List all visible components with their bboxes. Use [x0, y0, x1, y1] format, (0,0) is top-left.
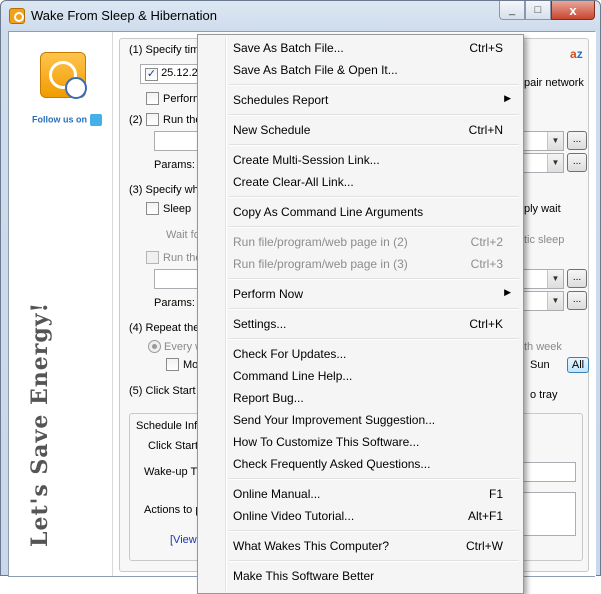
monday-checkbox[interactable]: [166, 358, 179, 371]
submenu-arrow-icon: ▶: [504, 287, 511, 297]
menu-item-check-updates[interactable]: Check For Updates...: [201, 343, 520, 365]
browse-button-3[interactable]: ...: [567, 269, 587, 288]
follow-text: Follow us on: [32, 114, 87, 125]
menu-item-online-manual[interactable]: Online Manual... F1: [201, 483, 520, 505]
perform-checkbox[interactable]: [146, 92, 159, 105]
nth-week-label: th week: [524, 341, 562, 353]
menu-separator: [229, 338, 519, 340]
menu-separator: [229, 530, 519, 532]
params-browse-button-2[interactable]: ...: [567, 153, 587, 172]
apply-wait-label: ply wait: [524, 203, 561, 215]
submenu-arrow-icon: ▶: [504, 93, 511, 103]
menu-item-copy-cmdline[interactable]: Copy As Command Line Arguments: [201, 201, 520, 223]
app-logo-icon: [40, 52, 87, 99]
title-bar[interactable]: Wake From Sleep & Hibernation _ □ x: [1, 1, 600, 31]
step1-label: (1) Specify time: [129, 44, 206, 56]
schedule-info-title: Schedule Info: [136, 420, 204, 432]
context-menu: Save As Batch File... Ctrl+S Save As Batc…: [197, 34, 524, 594]
menu-item-multi-session-link[interactable]: Create Multi-Session Link...: [201, 149, 520, 171]
step2-label: (2): [129, 114, 143, 126]
menu-separator: [229, 144, 519, 146]
menu-separator: [229, 226, 519, 228]
step4-label: (4) Repeat thes: [129, 322, 205, 334]
menu-item-faq[interactable]: Check Frequently Asked Questions...: [201, 453, 520, 475]
menu-separator: [229, 84, 519, 86]
window-title: Wake From Sleep & Hibernation: [31, 8, 217, 23]
sleep-checkbox[interactable]: [146, 202, 159, 215]
run-the-label-3: Run the: [163, 252, 202, 264]
menu-separator: [229, 114, 519, 116]
menu-separator: [229, 478, 519, 480]
automatic-sleep-label: tic sleep: [524, 234, 565, 246]
run-the-label: Run the: [163, 114, 202, 126]
menu-item-what-wakes[interactable]: What Wakes This Computer? Ctrl+W: [201, 535, 520, 557]
menu-item-clear-all-link[interactable]: Create Clear-All Link...: [201, 171, 520, 193]
left-panel: Follow us on Let's Save Energy!: [9, 32, 112, 576]
menu-item-save-batch-open[interactable]: Save As Batch File & Open It...: [201, 59, 520, 81]
menu-item-run-file-2[interactable]: Run file/program/web page in (2) Ctrl+2: [201, 231, 520, 253]
window-controls: _ □ x: [499, 1, 595, 21]
menu-item-video-tutorial[interactable]: Online Video Tutorial... Alt+F1: [201, 505, 520, 527]
menu-item-schedules-report[interactable]: Schedules Report ▶: [201, 89, 520, 111]
close-button[interactable]: x: [551, 1, 595, 20]
menu-item-save-batch[interactable]: Save As Batch File... Ctrl+S: [201, 37, 520, 59]
slogan: Let's Save Energy!: [27, 301, 53, 547]
twitter-icon: [90, 114, 102, 126]
menu-separator: [229, 560, 519, 562]
all-days-button[interactable]: All: [567, 357, 589, 373]
params-label-2: Params:: [154, 159, 195, 171]
menu-item-cmdline-help[interactable]: Command Line Help...: [201, 365, 520, 387]
actions-label: Actions to p: [144, 504, 202, 516]
minimize-to-tray-label: o tray: [530, 389, 558, 401]
maximize-button[interactable]: □: [525, 1, 551, 20]
date-enable-checkbox[interactable]: ✓: [145, 68, 158, 81]
params-browse-button-3[interactable]: ...: [567, 291, 587, 310]
clock-icon: [65, 77, 87, 99]
run-file-checkbox-2[interactable]: [146, 113, 159, 126]
menu-separator: [229, 308, 519, 310]
menu-item-make-better[interactable]: Make This Software Better: [201, 565, 520, 587]
menu-item-how-to-customize[interactable]: How To Customize This Software...: [201, 431, 520, 453]
follow-us-link[interactable]: Follow us on: [32, 114, 102, 126]
every-week-radio[interactable]: [148, 340, 161, 353]
menu-item-send-suggestion[interactable]: Send Your Improvement Suggestion...: [201, 409, 520, 431]
params-label-3: Params:: [154, 297, 195, 309]
sort-az-icon[interactable]: az: [570, 47, 583, 61]
menu-separator: [229, 196, 519, 198]
menu-item-settings[interactable]: Settings... Ctrl+K: [201, 313, 520, 335]
menu-item-perform-now[interactable]: Perform Now ▶: [201, 283, 520, 305]
minimize-button[interactable]: _: [499, 1, 525, 20]
menu-item-report-bug[interactable]: Report Bug...: [201, 387, 520, 409]
pair-network-label: pair network: [524, 77, 584, 89]
run-file-checkbox-3[interactable]: [146, 251, 159, 264]
menu-item-run-file-3[interactable]: Run file/program/web page in (3) Ctrl+3: [201, 253, 520, 275]
menu-item-new-schedule[interactable]: New Schedule Ctrl+N: [201, 119, 520, 141]
app-icon: [9, 8, 25, 24]
sleep-label: Sleep: [163, 203, 192, 215]
menu-separator: [229, 278, 519, 280]
browse-button-2[interactable]: ...: [567, 131, 587, 150]
sunday-label: Sun: [530, 359, 550, 371]
